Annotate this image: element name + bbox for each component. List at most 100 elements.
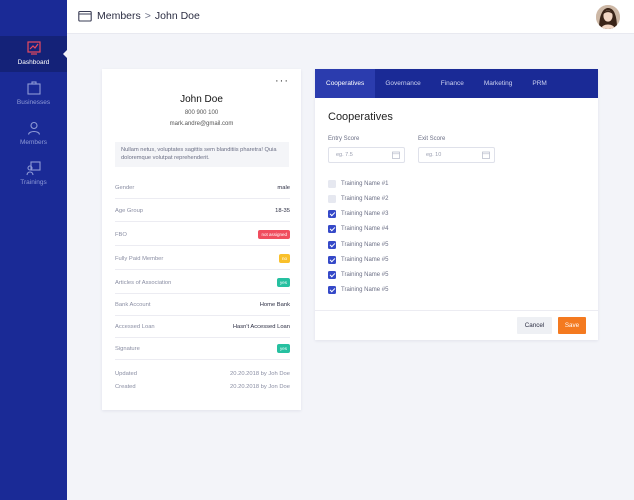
training-checkbox-7[interactable]: Training Name #5 [328,271,388,279]
entry-score-input[interactable]: eg. 7.5 [328,147,405,163]
updated-label: Updated [115,371,137,377]
exit-score-label: Exit Score [418,136,446,142]
field-label: Age Group [115,207,144,214]
training-checkbox-6[interactable]: Training Name #5 [328,256,388,264]
folder-icon [78,10,92,22]
training-label: Training Name #5 [341,272,389,278]
field-label: Articles of Association [115,279,172,286]
field-label: Bank Account [115,301,151,308]
training-checkbox-1[interactable]: Training Name #1 [328,180,388,188]
training-label: Training Name #4 [341,226,389,232]
sidebar-item-businesses[interactable]: Businesses [0,76,67,112]
top-bar: Members > John Doe [67,0,634,34]
sidebar: Dashboard Businesses Members Trainings [0,0,68,500]
training-label: Training Name #5 [341,257,389,263]
status-badge: yes [276,278,290,287]
field-row-gender: Gender male [115,177,290,199]
training-checkbox-5[interactable]: Training Name #5 [328,241,388,249]
cancel-button[interactable]: Cancel [517,317,552,334]
more-options-button[interactable]: ··· [275,75,289,87]
field-label: FBO [115,231,127,238]
field-row-signature: Signature yes [115,338,290,360]
section-title: Cooperatives [328,111,393,123]
field-label: Accessed Loan [115,323,155,330]
checkbox[interactable] [328,195,336,203]
profile-email[interactable]: mark.andre@gmail.com [102,121,301,127]
tab-cooperatives[interactable]: Cooperatives [315,69,376,98]
training-label: Training Name #1 [341,181,389,187]
training-label: Training Name #3 [341,211,389,217]
sidebar-item-members[interactable]: Members [0,116,67,152]
avatar-image [596,5,620,29]
tab-finance[interactable]: Finance [431,69,474,98]
checkbox[interactable] [328,271,336,279]
updated-value: 20.20.2018 by Joh Doe [230,371,290,377]
training-label: Training Name #5 [341,287,389,293]
created-value: 20.20.2018 by Jon Doe [230,384,290,390]
field-row-fully-paid: Fully Paid Member no [115,248,290,270]
training-checkbox-4[interactable]: Training Name #4 [328,225,388,233]
training-checkbox-3[interactable]: Training Name #3 [328,210,388,218]
checkbox[interactable] [328,180,336,188]
updated-meta: Updated 20.20.2018 by Joh Doe [115,371,290,377]
tab-governance[interactable]: Governance [375,69,430,98]
status-badge: yes [276,344,290,353]
active-indicator [63,49,68,59]
breadcrumb-current: John Doe [154,10,200,22]
dashboard-chart-icon [26,41,41,55]
created-meta: Created 20.20.2018 by Jon Doe [115,384,290,390]
field-label: Fully Paid Member [115,255,164,262]
field-row-bank-account: Bank Account Home Bank [115,294,290,316]
breadcrumb-members-link[interactable]: Members [97,10,141,22]
exit-score-placeholder: eg. 10 [426,152,442,158]
sidebar-item-label: Trainings [20,179,47,186]
briefcase-icon [26,81,41,95]
sidebar-item-label: Dashboard [17,59,50,66]
training-icon [25,161,41,176]
entry-score-label: Entry Score [328,136,360,142]
breadcrumb: Members > John Doe [78,10,200,22]
field-row-articles: Articles of Association yes [115,272,290,294]
created-label: Created [115,384,136,390]
checkbox[interactable] [328,225,336,233]
avatar[interactable] [596,5,620,29]
profile-phone: 800 900 100 [184,110,219,116]
cooperatives-card: Cooperatives Governance Finance Marketin… [315,69,598,340]
sidebar-item-trainings[interactable]: Trainings [0,156,67,192]
sidebar-item-label: Businesses [16,99,51,106]
calendar-icon [392,151,400,159]
tab-marketing[interactable]: Marketing [474,69,523,98]
profile-bio: Nullam netus, voluptates sagittis sem bl… [115,142,289,167]
training-label: Training Name #5 [341,242,389,248]
tab-bar: Cooperatives Governance Finance Marketin… [315,69,598,98]
field-value: Hasn't Accessed Loan [232,323,290,330]
sidebar-item-dashboard[interactable]: Dashboard [0,36,68,72]
field-value: 18-35 [275,207,290,214]
calendar-icon [482,151,490,159]
save-button[interactable]: Save [558,317,586,334]
checkbox[interactable] [328,256,336,264]
user-icon [27,121,40,135]
profile-name: John Doe [180,94,223,105]
profile-card: ··· John Doe 800 900 100 mark.andre@gmai… [102,69,301,410]
training-checkbox-8[interactable]: Training Name #5 [328,286,388,294]
field-label: Signature [115,345,140,352]
entry-score-placeholder: eg. 7.5 [336,152,353,158]
training-checkbox-2[interactable]: Training Name #2 [328,195,388,203]
field-row-accessed-loan: Accessed Loan Hasn't Accessed Loan [115,316,290,338]
status-badge: no [278,254,290,263]
breadcrumb-separator: > [144,10,151,22]
checkbox[interactable] [328,210,336,218]
field-value: Home Bank [259,301,290,308]
status-badge: not assigned [258,230,290,239]
tab-prm[interactable]: PRM [522,69,556,98]
footer-divider [315,310,598,311]
field-row-age-group: Age Group 18-35 [115,200,290,222]
checkbox[interactable] [328,241,336,249]
sidebar-item-label: Members [19,139,48,146]
field-label: Gender [115,184,135,191]
training-label: Training Name #2 [341,196,389,202]
exit-score-input[interactable]: eg. 10 [418,147,495,163]
checkbox[interactable] [328,286,336,294]
field-value: male [277,184,290,191]
